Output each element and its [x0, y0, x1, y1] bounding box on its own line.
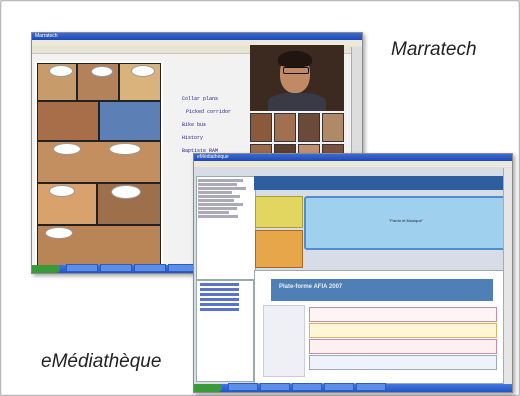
comic-panel: [37, 101, 99, 141]
participant-thumb[interactable]: [274, 113, 296, 142]
shared-notes: Collar plans Picked corridor Bike bus Hi…: [182, 93, 231, 158]
participant-thumb[interactable]: [298, 113, 320, 142]
speech-bubble: [49, 65, 73, 77]
blue-info-panel: "Pardo et Musique": [304, 196, 508, 250]
page-side-nav: [263, 305, 305, 377]
web-page: Plate-forme AFIA 2007: [254, 270, 508, 384]
speech-bubble: [109, 143, 141, 155]
nav-link[interactable]: [200, 303, 240, 306]
emediatheque-caption: eMédiathèque: [41, 351, 162, 372]
marratech-caption: Marratech: [391, 39, 477, 60]
news-card: [309, 339, 497, 354]
note-line: Picked corridor: [186, 109, 232, 115]
taskbar-item[interactable]: [228, 383, 258, 391]
nav-link[interactable]: [200, 283, 240, 286]
yellow-widget: [255, 196, 303, 228]
speech-bubble: [53, 143, 81, 155]
start-button[interactable]: [194, 384, 222, 392]
person-shirt: [268, 93, 326, 111]
speech-bubble: [49, 185, 75, 197]
marratech-titlebar: Marratech: [32, 33, 362, 40]
page-banner: Plate-forme AFIA 2007: [271, 279, 493, 301]
emediatheque-screenshot: eMédiathèque "Pardo et Musique" Plate-fo…: [193, 153, 513, 393]
news-card: [309, 307, 497, 322]
emediatheque-side-toolbar: [503, 168, 512, 384]
folder-tree: [196, 176, 256, 280]
taskbar-item[interactable]: [100, 264, 132, 272]
emediatheque-header: [254, 176, 506, 190]
news-card: [309, 355, 497, 370]
taskbar-item[interactable]: [134, 264, 166, 272]
emediatheque-menubar: [194, 161, 512, 167]
speech-bubble: [131, 65, 155, 77]
emediatheque-titlebar: eMédiathèque: [194, 154, 512, 161]
link-list: [196, 280, 254, 382]
note-line: History: [182, 135, 204, 141]
taskbar-item[interactable]: [356, 383, 386, 391]
speech-bubble: [91, 66, 113, 77]
comic-strip-image: [35, 61, 163, 267]
slide-frame: Marratech Collar plans Picked corridor B…: [0, 0, 520, 396]
participant-thumb[interactable]: [250, 113, 272, 142]
nav-link[interactable]: [200, 308, 240, 311]
nav-link[interactable]: [200, 288, 240, 291]
speech-bubble: [45, 227, 73, 239]
note-line: Collar plans: [182, 96, 219, 102]
nav-link[interactable]: [200, 298, 240, 301]
start-button[interactable]: [32, 265, 60, 273]
participant-thumb[interactable]: [322, 113, 344, 142]
taskbar-item[interactable]: [66, 264, 98, 272]
banner-title: Plate-forme AFIA 2007: [279, 284, 343, 290]
news-card: [309, 323, 497, 338]
person-hair: [278, 51, 312, 67]
blue-panel-text: "Pardo et Musique": [388, 218, 424, 223]
taskbar: [194, 383, 512, 392]
comic-panel: [99, 101, 161, 141]
speech-bubble: [111, 185, 141, 199]
nav-link[interactable]: [200, 293, 240, 296]
webcam-video: [250, 45, 344, 111]
calendar-widget: [255, 230, 303, 268]
glasses-icon: [283, 67, 309, 74]
taskbar-item[interactable]: [324, 383, 354, 391]
taskbar-item[interactable]: [260, 383, 290, 391]
note-line: Bike bus: [182, 122, 207, 128]
taskbar-item[interactable]: [292, 383, 322, 391]
